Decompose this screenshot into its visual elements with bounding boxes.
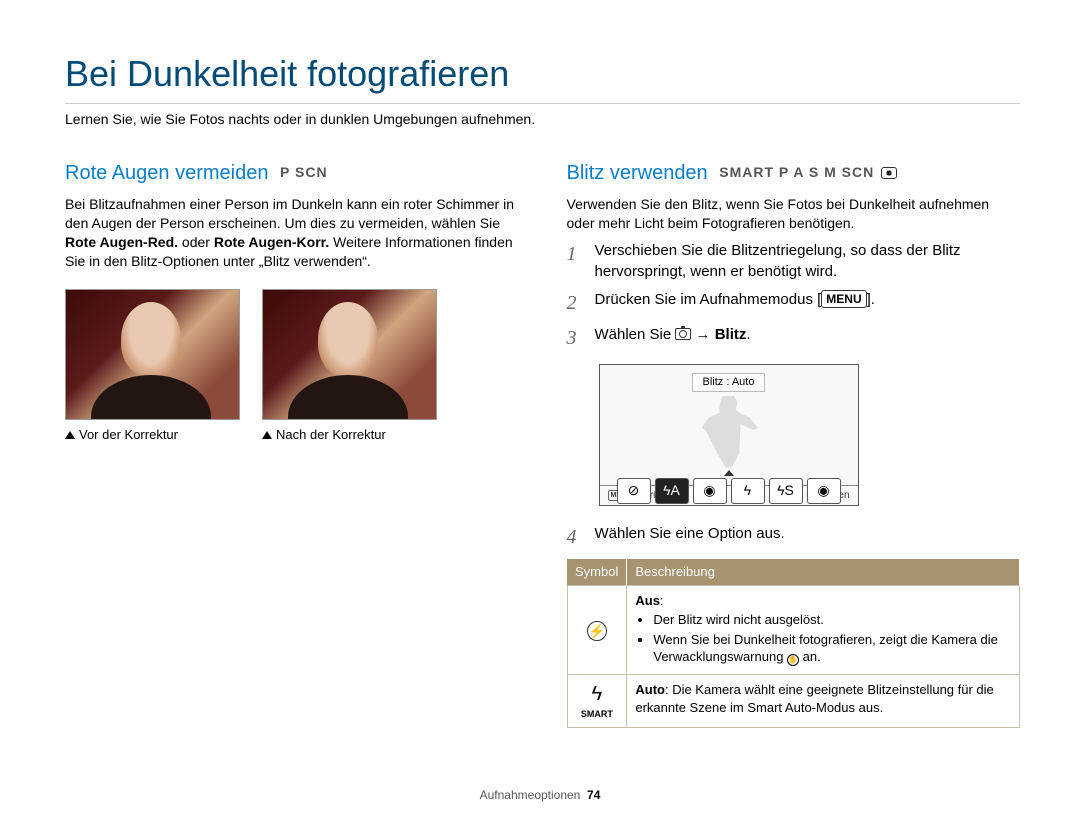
right-column: Blitz verwenden SMART P A S M SCN Verwen… [567, 160, 1021, 727]
flash-option-row: ⊘ ϟA ◉ ϟ ϟS ◉ [608, 478, 850, 508]
step-3: 3 Wählen Sie → Blitz. [567, 325, 1021, 352]
left-paragraph: Bei Blitzaufnahmen einer Person im Dunke… [65, 195, 519, 271]
left-heading: Rote Augen vermeiden P SCN [65, 160, 519, 187]
step-2-text: Drücken Sie im Aufnahmemodus [MENU]. [595, 290, 1021, 317]
table-row: ⚡ Aus: Der Blitz wird nicht ausgelöst. W… [567, 585, 1020, 675]
camera-icon [675, 328, 691, 340]
th-symbol: Symbol [567, 559, 627, 585]
step-2: 2 Drücken Sie im Aufnahmemodus [MENU]. [567, 290, 1021, 317]
flash-option-slow-icon: ϟS [769, 478, 803, 504]
screen-title: Blitz : Auto [692, 373, 766, 392]
triangle-icon [262, 431, 272, 439]
silhouette-illustration [699, 396, 759, 468]
cell-desc-auto: Auto: Die Kamera wählt eine geeignete Bl… [627, 675, 1020, 727]
image-after [262, 289, 437, 420]
th-description: Beschreibung [627, 559, 1020, 585]
symbol-table: Symbol Beschreibung ⚡ Aus: Der Blitz wir… [567, 559, 1021, 727]
step-4-text: Wählen Sie eine Option aus. [595, 524, 1021, 551]
step-number: 1 [567, 241, 585, 282]
shake-warning-icon: ✋ [787, 654, 799, 666]
flash-off-icon: ⚡ [587, 621, 607, 641]
triangle-icon [65, 431, 75, 439]
step-4: 4 Wählen Sie eine Option aus. [567, 524, 1021, 551]
left-mode-badge: P SCN [280, 164, 328, 180]
mode-extra-icon [881, 167, 897, 179]
page-title: Bei Dunkelheit fotografieren [65, 50, 1020, 104]
right-heading-text: Blitz verwenden [567, 162, 708, 184]
right-paragraph: Verwenden Sie den Blitz, wenn Sie Fotos … [567, 195, 1021, 233]
cell-desc-off: Aus: Der Blitz wird nicht ausgelöst. Wen… [627, 585, 1020, 675]
image-after-wrap: Nach der Korrektur [262, 289, 437, 444]
caption-before: Vor der Korrektur [65, 426, 240, 444]
cell-symbol-off: ⚡ [567, 585, 627, 675]
caption-after: Nach der Korrektur [262, 426, 437, 444]
two-column-layout: Rote Augen vermeiden P SCN Bei Blitzaufn… [65, 160, 1020, 727]
list-item: Wenn Sie bei Dunkelheit fotografieren, z… [653, 631, 1011, 667]
image-before-wrap: Vor der Korrektur [65, 289, 240, 444]
step-number: 2 [567, 290, 585, 317]
flash-option-fill-icon: ϟ [731, 478, 765, 504]
right-heading: Blitz verwenden SMART P A S M SCN [567, 160, 1021, 187]
desc-list: Der Blitz wird nicht ausgelöst. Wenn Sie… [635, 611, 1011, 666]
left-column: Rote Augen vermeiden P SCN Bei Blitzaufn… [65, 160, 519, 727]
table-header-row: Symbol Beschreibung [567, 559, 1020, 585]
flash-option-auto-icon: ϟA [655, 478, 689, 504]
comparison-images: Vor der Korrektur Nach der Korrektur [65, 289, 519, 444]
list-item: Der Blitz wird nicht ausgelöst. [653, 611, 1011, 629]
right-mode-badge: SMART P A S M SCN [719, 164, 897, 180]
flash-option-redeye2-icon: ◉ [807, 478, 841, 504]
menu-chip-icon: MENU [821, 290, 866, 308]
step-3-text: Wählen Sie → Blitz. [595, 325, 1021, 352]
image-before [65, 289, 240, 420]
page-footer: Aufnahmeoptionen 74 [0, 787, 1080, 803]
left-heading-text: Rote Augen vermeiden [65, 162, 268, 184]
cell-symbol-smart: ϟ SMART [567, 675, 627, 727]
step-number: 4 [567, 524, 585, 551]
manual-page: Bei Dunkelheit fotografieren Lernen Sie,… [0, 0, 1080, 815]
step-1-text: Verschieben Sie die Blitzentriegelung, s… [595, 241, 1021, 282]
step-1: 1 Verschieben Sie die Blitzentriegelung,… [567, 241, 1021, 282]
screen-body: Blitz : Auto ⊘ ϟA ◉ ϟ ϟS ◉ [600, 365, 858, 485]
chevron-up-icon [724, 470, 734, 476]
flash-option-redeye-icon: ◉ [693, 478, 727, 504]
step-number: 3 [567, 325, 585, 352]
page-intro: Lernen Sie, wie Sie Fotos nachts oder in… [65, 110, 1020, 129]
flash-option-off-icon: ⊘ [617, 478, 651, 504]
table-row: ϟ SMART Auto: Die Kamera wählt eine geei… [567, 675, 1020, 727]
flash-smart-icon: ϟ [576, 681, 619, 708]
camera-lcd-screenshot: Blitz : Auto ⊘ ϟA ◉ ϟ ϟS ◉ MENU [599, 364, 859, 507]
